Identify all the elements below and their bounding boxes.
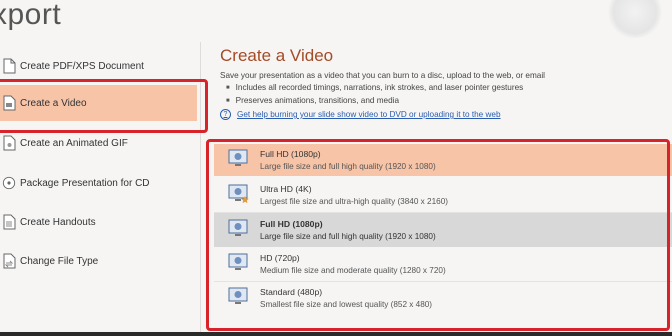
quality-option-1080p[interactable]: Full HD (1080p) Large file size and full… [214,213,672,247]
nav-item-label: Change File Type [20,255,99,267]
quality-title: Full HD (1080p) [260,219,323,229]
quality-subtitle: Largest file size and ultra-high quality… [260,197,448,206]
nav-item-change-file-type[interactable]: Change File Type [0,243,197,279]
export-sidebar: Create PDF/XPS Document Create a Video C… [0,42,201,336]
quality-option-4k[interactable]: Ultra HD (4K) Largest file size and ultr… [214,178,672,212]
nav-item-label: Create an Animated GIF [20,137,128,149]
bottom-edge [0,332,672,336]
help-link-text[interactable]: Get help burning your slide show video t… [237,110,501,119]
monitor-icon [228,253,250,275]
feature-item: Preserves animations, transitions, and m… [226,96,672,105]
handouts-icon [2,213,16,231]
nav-item-label: Create PDF/XPS Document [20,60,144,72]
monitor-icon [228,219,250,241]
cd-package-icon [2,174,16,192]
file-type-icon [2,252,16,270]
monitor-icon [228,287,250,309]
pdf-document-icon [2,57,16,75]
nav-item-animated-gif[interactable]: Create an Animated GIF [0,125,197,161]
monitor-icon [228,149,250,171]
section-title: Create a Video [220,46,334,65]
gif-icon [2,134,16,152]
nav-item-label: Create Handouts [20,216,96,228]
quality-title: HD (720p) [260,253,300,263]
quality-subtitle: Medium file size and moderate quality (1… [260,266,446,275]
quality-title: Standard (480p) [260,287,323,297]
monitor-star-icon [228,184,250,206]
feature-item: Includes all recorded timings, narration… [226,83,672,92]
quality-current-selection[interactable]: Full HD (1080p) Large file size and full… [214,144,672,176]
main-panel: Create a Video Save your presentation as… [220,46,672,120]
nav-item-label: Package Presentation for CD [20,177,150,189]
watermark-seal [606,0,664,38]
quality-subtitle: Smallest file size and lowest quality (8… [260,300,433,309]
nav-item-create-pdf[interactable]: Create PDF/XPS Document [0,48,197,84]
video-icon [2,94,16,112]
nav-item-label: Create a Video [20,97,87,109]
quality-title: Full HD (1080p) [260,149,321,159]
quality-subtitle: Large file size and full high quality (1… [260,232,436,241]
page-title: xport [0,0,62,31]
video-quality-dropdown[interactable]: Full HD (1080p) Large file size and full… [214,144,672,326]
section-description: Save your presentation as a video that y… [220,71,545,80]
quality-title: Ultra HD (4K) [260,184,312,194]
nav-item-create-handouts[interactable]: Create Handouts [0,204,197,240]
nav-item-create-video[interactable]: Create a Video [0,85,197,121]
quality-option-480p[interactable]: Standard (480p) Smallest file size and l… [214,281,672,315]
feature-list: Includes all recorded timings, narration… [220,83,672,105]
nav-item-package-cd[interactable]: Package Presentation for CD [0,165,197,201]
quality-subtitle: Large file size and full high quality (1… [260,162,436,171]
help-icon: ? [220,109,231,120]
quality-option-720p[interactable]: HD (720p) Medium file size and moderate … [214,247,672,281]
help-link[interactable]: ? Get help burning your slide show video… [220,109,672,120]
